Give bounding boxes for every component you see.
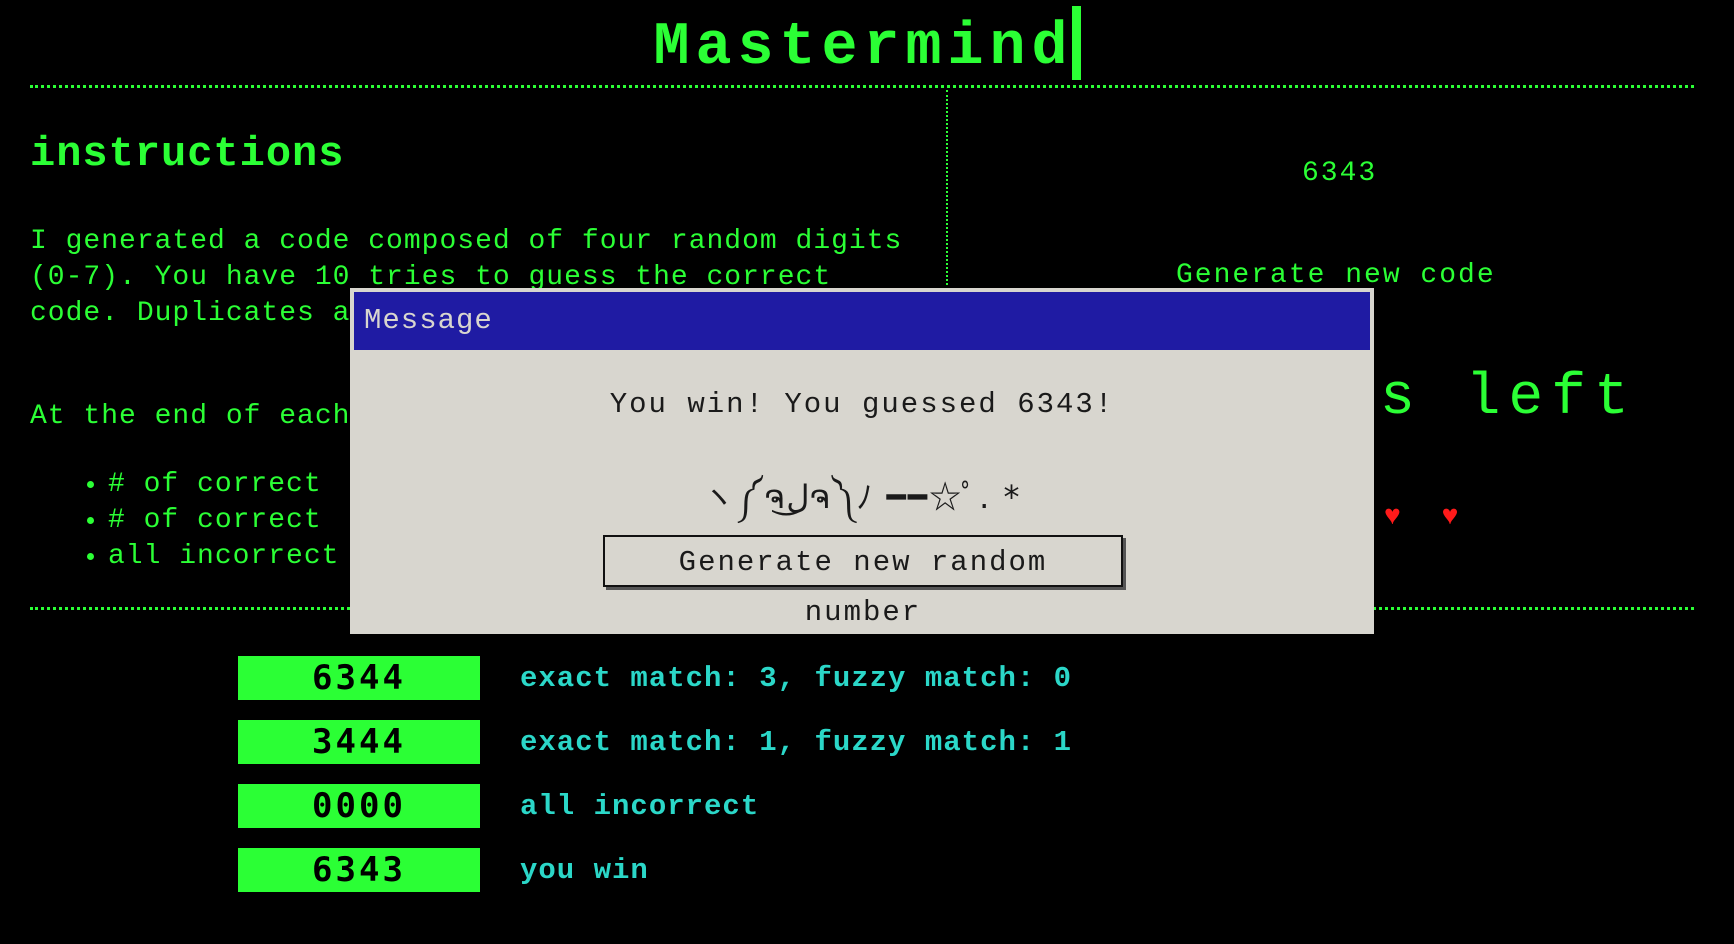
guess-result: you win [520, 853, 649, 887]
top-divider [30, 85, 1694, 88]
guess-result: exact match: 1, fuzzy match: 1 [520, 725, 1073, 759]
guess-row: 6344 exact match: 3, fuzzy match: 0 [238, 656, 1072, 700]
vertical-divider [946, 90, 948, 285]
page-title-text: Mastermind [653, 14, 1074, 82]
message-dialog: Message You win! You guessed 6343! ヽ༼ຈل͜… [350, 288, 1374, 634]
guess-result: all incorrect [520, 789, 760, 823]
instructions-list: # of correct # of correct all incorrect [80, 467, 339, 575]
instructions-list-item: # of correct [108, 467, 339, 503]
guess-code: 0000 [238, 784, 480, 828]
dialog-message: You win! You guessed 6343! [609, 388, 1115, 421]
instructions-list-item: # of correct [108, 503, 339, 539]
generate-random-number-button[interactable]: Generate new random number [603, 535, 1123, 629]
guess-code: 6343 [238, 848, 480, 892]
guess-row: 3444 exact match: 1, fuzzy match: 1 [238, 720, 1072, 764]
dialog-title-bar[interactable]: Message [354, 292, 1370, 350]
generate-new-code-link[interactable]: Generate new code [1176, 260, 1496, 291]
instructions-list-item: all incorrect [108, 539, 339, 575]
guess-code: 3444 [238, 720, 480, 764]
guess-row: 6343 you win [238, 848, 649, 892]
tries-left-label: s left [1380, 366, 1637, 431]
heart-icons: ♥ ♥ [1384, 502, 1471, 533]
text-cursor [1071, 6, 1081, 81]
guess-result: exact match: 3, fuzzy match: 0 [520, 661, 1073, 695]
guess-code: 6344 [238, 656, 480, 700]
guess-row: 0000 all incorrect [238, 784, 759, 828]
instructions-heading: instructions [30, 130, 345, 178]
secret-code-display: 6343 [1302, 158, 1378, 189]
page-title: Mastermind [0, 6, 1734, 90]
